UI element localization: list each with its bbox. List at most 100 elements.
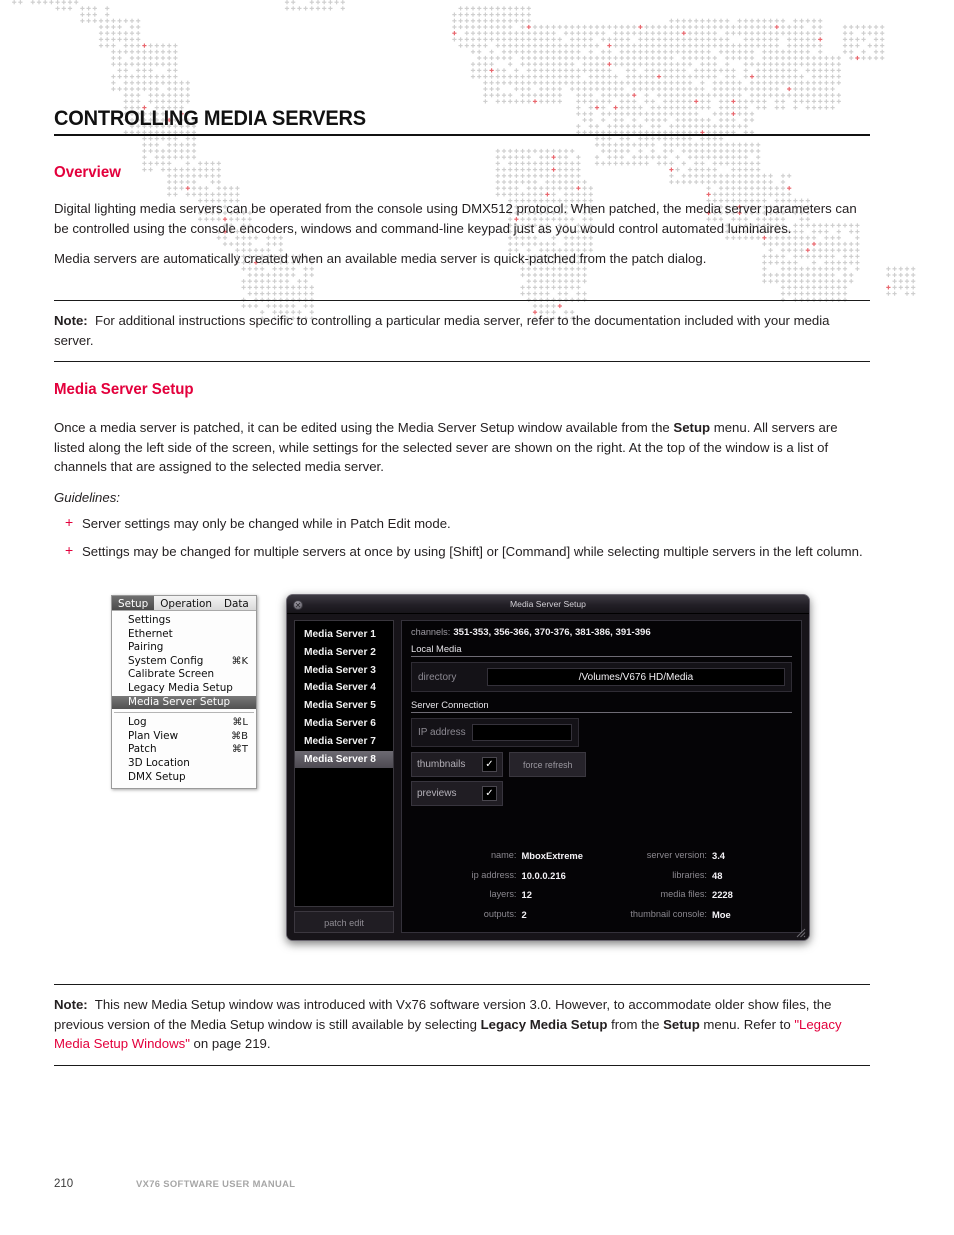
thumbnails-label: thumbnails [417,759,466,770]
plus-bullet-icon: + [65,514,74,530]
list-item[interactable]: Media Server 4 [295,679,393,697]
note-1-body: For additional instructions specific to … [54,313,830,348]
ip-address-field-group: IP address [411,718,579,747]
detail-value: 12 [521,889,532,901]
note-2-part-b: from the [607,1016,664,1032]
channels-label: channels: [411,627,451,637]
page-title: CONTROLLING MEDIA SERVERS [54,106,366,130]
resize-handle-icon[interactable] [795,927,806,938]
thumbnails-row: thumbnails ✓ force refresh [411,752,792,777]
details-left-column: name: MboxExtreme ip address: 10.0.0.216 l… [411,846,602,924]
page-footer: 210 VX76 SOFTWARE USER MANUAL [54,1178,295,1190]
menu-separator [114,712,254,714]
list-item: + Server settings may only be changed whi… [54,514,866,534]
detail-value: 2 [521,908,527,920]
menu-item-system-config[interactable]: System Config ⌘K [112,655,256,669]
list-item-selected[interactable]: Media Server 8 [295,750,393,769]
detail-row: outputs: 2 [411,905,602,924]
detail-row: media files: 2228 [602,885,793,904]
previews-toggle[interactable]: previews ✓ [411,781,503,806]
menu-item-3d-location[interactable]: 3D Location [112,757,256,771]
media-server-setup-window[interactable]: ✕ Media Server Setup Media Server 1 Medi… [286,594,810,941]
detail-row: libraries: 48 [602,866,793,885]
menu-bar[interactable]: Setup Operation Data [112,596,256,611]
list-item[interactable]: Media Server 3 [295,662,393,680]
menu-item-log[interactable]: Log ⌘L [112,716,256,730]
force-refresh-button[interactable]: force refresh [509,752,587,777]
directory-field-group: directory /Volumes/V676 HD/Media [411,662,792,692]
detail-value: 2228 [711,889,733,901]
menubar-item-data[interactable]: Data [218,596,255,610]
figure-media-server-setup: Setup Operation Data Settings Ethernet P… [54,588,870,948]
detail-value: MboxExtreme [521,850,583,862]
menu-item-patch[interactable]: Patch ⌘T [112,743,256,757]
guidelines-label: Guidelines: [54,489,120,505]
ip-address-label: IP address [418,727,466,738]
setup-p1-bold-setup: Setup [673,420,711,435]
note-2-bold-setup: Setup [663,1016,700,1032]
menu-item-shortcut: ⌘K [231,655,248,667]
list-item[interactable]: Media Server 5 [295,697,393,715]
guideline-text: Server settings may only be changed whil… [82,516,451,531]
menu-dropdown: Settings Ethernet Pairing System Config ⌘… [112,611,256,788]
menu-item-media-server-setup[interactable]: Media Server Setup [112,695,256,710]
ip-address-input[interactable] [471,724,572,741]
menu-item-legacy-media-setup[interactable]: Legacy Media Setup [112,682,256,696]
title-rule [54,134,870,136]
menu-item-calibrate-screen[interactable]: Calibrate Screen [112,668,256,682]
server-connection-group-label: Server Connection [411,699,489,710]
plus-bullet-icon: + [65,541,74,558]
server-details: name: MboxExtreme ip address: 10.0.0.216 l… [411,846,792,924]
overview-paragraph-2: Media servers are automatically created … [54,251,707,266]
menu-item-pairing[interactable]: Pairing [112,641,256,655]
directory-input[interactable]: /Volumes/V676 HD/Media [487,668,785,686]
detail-key: name: [490,850,517,861]
close-icon[interactable]: ✕ [293,599,303,610]
menubar-item-operation[interactable]: Operation [154,596,218,610]
menu-item-label: Pairing [128,641,164,654]
group-rule [411,712,792,713]
list-item[interactable]: Media Server 2 [295,644,393,662]
menu-item-label: Legacy Media Setup [128,681,233,694]
detail-key: ip address: [471,869,517,880]
window-title-bar[interactable]: ✕ Media Server Setup [287,595,809,614]
menu-item-label: System Config [128,654,204,667]
detail-value: 10.0.0.216 [521,869,566,881]
server-list[interactable]: Media Server 1 Media Server 2 Media Serv… [294,620,394,907]
thumbnails-toggle[interactable]: thumbnails ✓ [411,752,503,777]
details-right-column: server version: 3.4 libraries: 48 media fi… [602,846,793,924]
manual-title-footer: VX76 SOFTWARE USER MANUAL [136,1178,296,1189]
menu-item-label: Plan View [128,729,179,742]
window-body: Media Server 1 Media Server 2 Media Serv… [287,614,809,940]
note-2-bold-legacy: Legacy Media Setup [480,1016,608,1032]
list-item[interactable]: Media Server 1 [295,626,393,644]
directory-label: directory [418,671,457,683]
section-heading-media-server-setup: Media Server Setup [54,381,194,398]
menu-item-shortcut: ⌘T [231,744,248,756]
menu-item-shortcut: ⌘L [232,717,248,729]
detail-value: 3.4 [711,850,726,862]
setup-menu[interactable]: Setup Operation Data Settings Ethernet P… [111,595,257,790]
menu-item-dmx-setup[interactable]: DMX Setup [112,771,256,785]
list-item[interactable]: Media Server 6 [295,715,393,733]
detail-key: layers: [489,889,517,900]
checkmark-icon[interactable]: ✓ [482,786,497,801]
menu-item-ethernet[interactable]: Ethernet [112,628,256,642]
note-box-2: Note: This new Media Setup window was in… [54,984,870,1066]
channels-value: 351-353, 356-366, 370-376, 381-386, 391-… [453,627,651,638]
patch-edit-button[interactable]: patch edit [294,911,394,933]
menu-item-plan-view[interactable]: Plan View ⌘B [112,730,256,744]
detail-row: name: MboxExtreme [411,846,602,865]
menu-item-label: Settings [128,614,171,626]
menubar-item-setup[interactable]: Setup [112,596,155,610]
window-title: Media Server Setup [510,599,586,609]
menu-item-settings[interactable]: Settings [112,614,256,628]
menu-item-label: Patch [128,743,157,756]
section-heading-overview: Overview [54,164,121,181]
detail-key: server version: [646,850,707,861]
menu-item-label: DMX Setup [128,770,186,783]
list-item[interactable]: Media Server 7 [295,733,393,751]
detail-value: 48 [711,869,723,881]
checkmark-icon[interactable]: ✓ [482,757,497,772]
note-2-label: Note: [54,997,88,1012]
